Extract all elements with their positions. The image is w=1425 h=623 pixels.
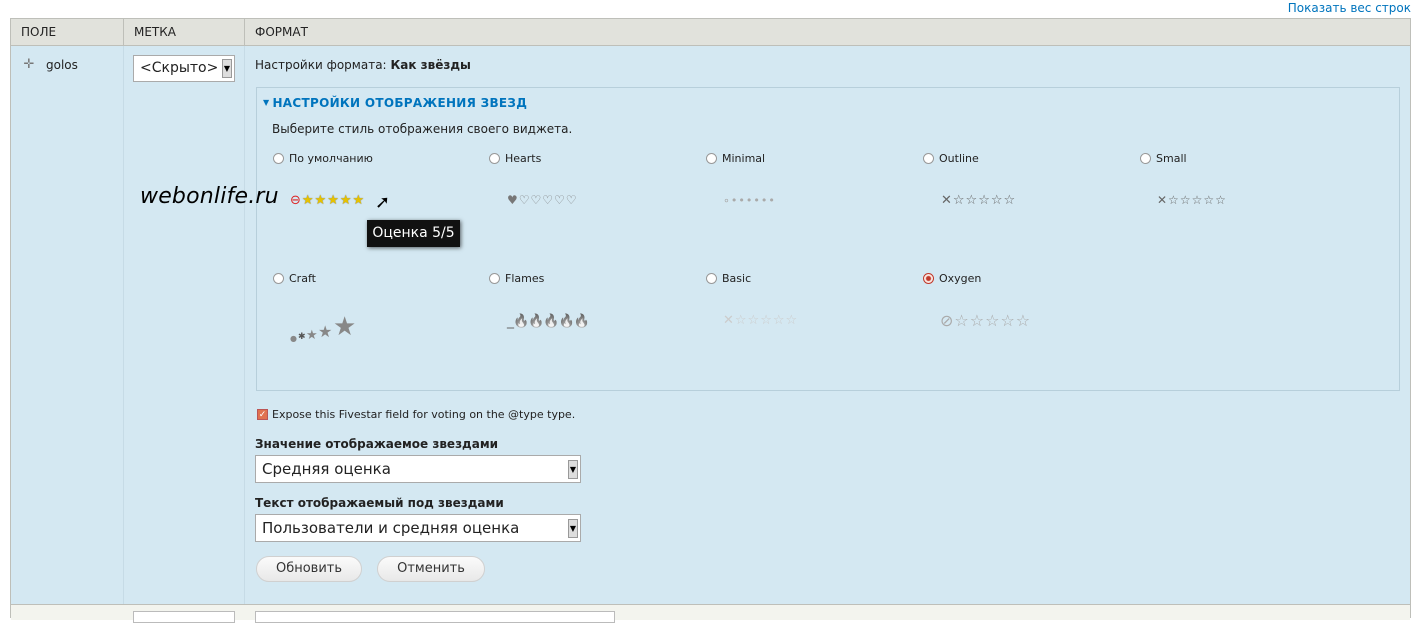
format-summary: Настройки формата: Как звёзды	[255, 58, 471, 72]
style-option-hearts[interactable]: Hearts	[489, 152, 541, 165]
radio-icon[interactable]	[273, 272, 284, 284]
column-header-field: Поле	[21, 25, 57, 39]
show-row-weights-link[interactable]: Показать вес строк	[1288, 1, 1411, 15]
cancel-button[interactable]: Отменить	[377, 556, 485, 582]
star-icon[interactable]: ★★★★★	[302, 193, 365, 208]
format-summary-value: Как звёзды	[390, 58, 471, 72]
column-header-label: Метка	[123, 19, 245, 45]
fieldset-legend-text: НАСТРОЙКИ ОТОБРАЖЕНИЯ ЗВЕЗД	[272, 96, 528, 110]
style-option-label: Oxygen	[939, 272, 982, 285]
table-row: ✛ golos <Скрыто> ▼ Настройки формата: Ка…	[11, 46, 1410, 604]
style-option-outline[interactable]: Outline	[923, 152, 979, 165]
basic-preview[interactable]: ✕☆☆☆☆☆	[723, 313, 798, 328]
column-header-format: Формат	[244, 19, 644, 45]
dropdown-arrow-icon: ▼	[222, 59, 232, 78]
style-option-default[interactable]: По умолчанию	[273, 152, 373, 165]
dropdown-arrow-icon: ▼	[568, 519, 578, 538]
craft-star-icon[interactable]: ★	[318, 322, 333, 341]
next-row-format-select[interactable]	[255, 611, 615, 623]
mouse-pointer-icon: ➚	[375, 192, 391, 213]
radio-icon[interactable]	[489, 152, 500, 164]
stars-value-select[interactable]: Средняя оценка ▼	[255, 455, 581, 483]
checkbox-checked-icon[interactable]: ✓	[257, 408, 268, 420]
style-option-label: Hearts	[505, 152, 542, 165]
style-option-craft[interactable]: Craft	[273, 272, 316, 285]
table-header: Поле Метка Формат	[11, 19, 1410, 46]
outline-preview[interactable]: ✕☆☆☆☆☆	[941, 193, 1016, 208]
hearts-preview[interactable]: ♥♡♡♡♡♡	[507, 193, 578, 207]
drag-handle-icon[interactable]: ✛	[22, 58, 36, 72]
small-preview[interactable]: ✕☆☆☆☆☆	[1157, 193, 1227, 207]
style-option-label: Craft	[289, 272, 316, 285]
stars-text-select[interactable]: Пользователи и средняя оценка ▼	[255, 514, 581, 542]
cancel-vote-icon[interactable]: ⊖	[290, 193, 302, 208]
oxygen-preview[interactable]: ⊘☆☆☆☆☆	[940, 311, 1031, 330]
minimal-preview[interactable]: ∘••••••	[723, 194, 776, 207]
stars-value-label: Значение отображаемое звездами	[255, 437, 499, 451]
style-option-oxygen[interactable]: Oxygen	[923, 272, 981, 285]
expose-voting-checkbox[interactable]: ✓ Expose this Fivestar field for voting o…	[257, 408, 575, 421]
radio-selected-icon[interactable]	[923, 272, 934, 284]
radio-icon[interactable]	[273, 152, 284, 164]
radio-icon[interactable]	[1140, 152, 1151, 164]
format-summary-prefix: Настройки формата:	[255, 58, 387, 72]
style-option-label: Flames	[505, 272, 545, 285]
style-option-label: Minimal	[722, 152, 766, 165]
radio-icon[interactable]	[706, 272, 717, 284]
expose-voting-label: Expose this Fivestar field for voting on…	[272, 408, 576, 421]
craft-star-icon[interactable]: ★	[306, 328, 319, 343]
flames-preview[interactable]: _🔥🔥🔥🔥🔥	[507, 313, 590, 329]
fieldset-legend-toggle[interactable]: ▼ НАСТРОЙКИ ОТОБРАЖЕНИЯ ЗВЕЗД	[263, 96, 527, 110]
style-option-basic[interactable]: Basic	[706, 272, 751, 285]
stars-value-selected: Средняя оценка	[262, 460, 391, 478]
update-button[interactable]: Обновить	[256, 556, 362, 582]
label-select[interactable]: <Скрыто> ▼	[133, 55, 235, 82]
craft-preview[interactable]: ● ✱ ★ ★ ★	[290, 310, 380, 350]
watermark: webonlife.ru	[140, 184, 279, 209]
style-option-small[interactable]: Small	[1140, 152, 1187, 165]
style-option-flames[interactable]: Flames	[489, 272, 544, 285]
flame-icon[interactable]: 🔥🔥🔥🔥🔥	[513, 314, 590, 329]
fields-table: Поле Метка Формат ✛ golos <Скрыто> ▼ Нас…	[10, 18, 1411, 620]
style-option-label: Outline	[939, 152, 979, 165]
fieldset-description: Выберите стиль отображения своего виджет…	[272, 122, 573, 136]
rating-tooltip: Оценка 5/5	[367, 220, 460, 247]
next-row-label-select[interactable]	[133, 611, 235, 623]
style-option-minimal[interactable]: Minimal	[706, 152, 765, 165]
radio-icon[interactable]	[923, 152, 934, 164]
style-option-label: Basic	[722, 272, 752, 285]
style-option-label: Small	[1156, 152, 1187, 165]
craft-dot-icon[interactable]: ●	[290, 334, 298, 343]
stars-text-selected: Пользователи и средняя оценка	[262, 519, 520, 537]
stars-preview-default[interactable]: ⊖★★★★★	[290, 193, 365, 208]
craft-star-icon[interactable]: ★	[333, 312, 357, 342]
style-option-label: По умолчанию	[289, 152, 373, 165]
label-select-value: <Скрыто>	[140, 60, 219, 76]
radio-icon[interactable]	[489, 272, 500, 284]
stars-text-label: Текст отображаемый под звездами	[255, 496, 504, 510]
dropdown-arrow-icon: ▼	[568, 460, 578, 479]
field-name: golos	[46, 58, 78, 72]
radio-icon[interactable]	[706, 152, 717, 164]
collapse-triangle-icon: ▼	[263, 98, 270, 107]
